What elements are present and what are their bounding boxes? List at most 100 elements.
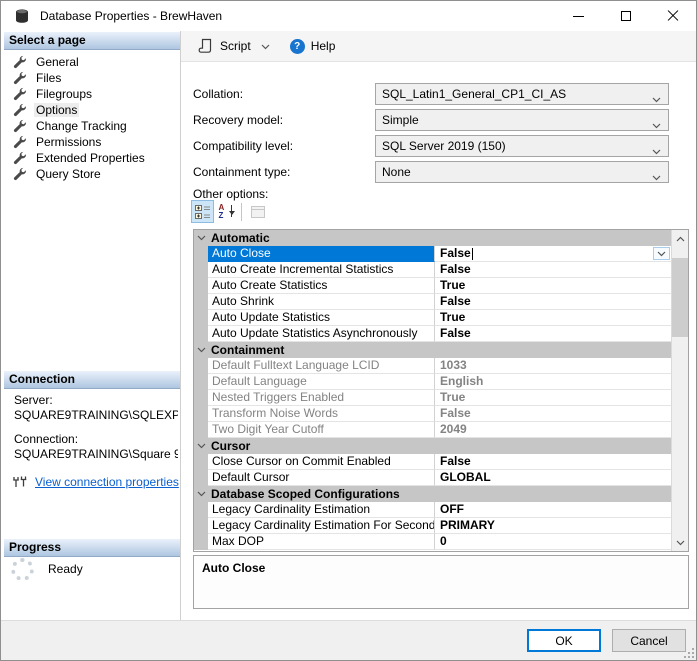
compatibility-level-value: SQL Server 2019 (150): [382, 139, 506, 153]
compatibility-level-dropdown[interactable]: SQL Server 2019 (150): [375, 135, 669, 157]
script-dropdown-chevron[interactable]: [261, 39, 270, 53]
category-collapse-chevron[interactable]: [194, 486, 208, 502]
property-value-text: 0: [440, 534, 447, 549]
grid-row-auto-shrink[interactable]: Auto ShrinkFalse: [194, 294, 671, 310]
property-value: OFF: [435, 502, 671, 518]
cancel-button[interactable]: Cancel: [612, 629, 686, 652]
grid-row-legacy-cardinality-estimation-for-secondary[interactable]: Legacy Cardinality Estimation For Second…: [194, 518, 671, 534]
collation-dropdown[interactable]: SQL_Latin1_General_CP1_CI_AS: [375, 83, 669, 105]
property-name: Auto Update Statistics: [208, 310, 435, 326]
category-collapse-chevron[interactable]: [194, 342, 208, 358]
property-value-text: OFF: [440, 502, 464, 517]
property-value: PRIMARY: [435, 518, 671, 534]
main-panel: Script ? Help Collation:SQL_Latin1_Gener…: [180, 31, 696, 620]
toolbar-separator: [241, 203, 242, 221]
row-indent: [194, 502, 208, 518]
wrench-icon: [13, 103, 27, 117]
property-value: True: [435, 310, 671, 326]
wrench-icon: [13, 87, 27, 101]
category-collapse-chevron[interactable]: [194, 438, 208, 454]
maximize-button[interactable]: [602, 1, 649, 31]
sidebar-item-filegroups[interactable]: Filegroups: [4, 86, 180, 102]
grid-row-max-dop[interactable]: Max DOP0: [194, 534, 671, 550]
sidebar-item-general[interactable]: General: [4, 54, 180, 70]
grid-row-auto-update-statistics-asynchronously[interactable]: Auto Update Statistics AsynchronouslyFal…: [194, 326, 671, 342]
sidebar-item-change-tracking[interactable]: Change Tracking: [4, 118, 180, 134]
category-label: Containment: [208, 342, 284, 358]
scrollbar-thumb[interactable]: [672, 258, 688, 337]
grid-category-cursor[interactable]: Cursor: [194, 438, 671, 454]
recovery-model-dropdown[interactable]: Simple: [375, 109, 669, 131]
minimize-button[interactable]: [555, 1, 602, 31]
property-value: 0: [435, 534, 671, 550]
grid-row-legacy-cardinality-estimation[interactable]: Legacy Cardinality EstimationOFF: [194, 502, 671, 518]
grid-scrollbar[interactable]: [671, 230, 688, 551]
property-value-text: 1033: [440, 358, 467, 373]
grid-row-auto-create-incremental-statistics[interactable]: Auto Create Incremental StatisticsFalse: [194, 262, 671, 278]
connection-info: Server: SQUARE9TRAINING\SQLEXPRE Connect…: [14, 393, 178, 490]
database-properties-dialog: Database Properties - BrewHaven Select a…: [0, 0, 697, 661]
help-button[interactable]: ? Help: [285, 36, 341, 57]
property-value-text: False: [440, 246, 471, 261]
wrench-icon: [13, 135, 27, 149]
row-indent: [194, 534, 208, 550]
grid-row-auto-create-statistics[interactable]: Auto Create StatisticsTrue: [194, 278, 671, 294]
grid-row-close-cursor-on-commit-enabled[interactable]: Close Cursor on Commit Enabled False: [194, 454, 671, 470]
help-icon: ?: [290, 39, 305, 54]
value-dropdown-button[interactable]: [653, 247, 670, 260]
containment-type-value: None: [382, 165, 411, 179]
property-value[interactable]: False: [435, 246, 671, 262]
grid-row-auto-update-statistics[interactable]: Auto Update StatisticsTrue: [194, 310, 671, 326]
scrollbar-up-button[interactable]: [672, 230, 688, 247]
sidebar-item-query-store[interactable]: Query Store: [4, 166, 180, 182]
row-indent: [194, 310, 208, 326]
close-button[interactable]: [649, 1, 696, 31]
grid-row-transform-noise-words[interactable]: Transform Noise WordsFalse: [194, 406, 671, 422]
property-grid-rows: AutomaticAuto CloseFalse Auto Create Inc…: [194, 230, 671, 551]
grid-row-default-cursor[interactable]: Default CursorGLOBAL: [194, 470, 671, 486]
grid-row-default-language[interactable]: Default LanguageEnglish: [194, 374, 671, 390]
compatibility-level-label: Compatibility level:: [193, 139, 375, 153]
resize-grip[interactable]: [684, 648, 694, 658]
connection-header: Connection: [4, 371, 180, 389]
property-value-text: False: [440, 406, 471, 421]
grid-category-containment[interactable]: Containment: [194, 342, 671, 358]
grid-row-nested-triggers-enabled[interactable]: Nested Triggers EnabledTrue: [194, 390, 671, 406]
field-row-recovery-model: Recovery model:Simple: [193, 107, 669, 133]
sidebar-item-label: General: [34, 55, 81, 69]
row-indent: [194, 518, 208, 534]
collation-chevron: [652, 92, 661, 106]
row-indent: [194, 406, 208, 422]
script-button[interactable]: Script: [193, 35, 275, 57]
property-value-text: False: [440, 326, 471, 341]
property-value: English: [435, 374, 671, 390]
sidebar-item-permissions[interactable]: Permissions: [4, 134, 180, 150]
sidebar-item-extended-properties[interactable]: Extended Properties: [4, 150, 180, 166]
compatibility-level-chevron: [652, 144, 661, 158]
ok-button[interactable]: OK: [527, 629, 601, 652]
category-label: Database Scoped Configurations: [208, 486, 400, 502]
grid-row-default-fulltext-language-lcid[interactable]: Default Fulltext Language LCID1033: [194, 358, 671, 374]
category-collapse-chevron[interactable]: [194, 230, 208, 246]
property-name: Close Cursor on Commit Enabled: [208, 454, 435, 470]
alphabetical-sort-button[interactable]: AZ: [214, 200, 237, 223]
categorized-icon: [195, 204, 211, 220]
property-pages-button: [246, 200, 269, 223]
scrollbar-down-button[interactable]: [672, 534, 688, 551]
sidebar-item-options[interactable]: Options: [4, 102, 180, 118]
property-value-text: GLOBAL: [440, 470, 491, 485]
grid-category-automatic[interactable]: Automatic: [194, 230, 671, 246]
property-value-text: False: [440, 454, 471, 469]
select-a-page-header: Select a page: [4, 32, 180, 50]
field-row-collation: Collation:SQL_Latin1_General_CP1_CI_AS: [193, 81, 669, 107]
chevron-down-icon: [652, 175, 661, 181]
view-connection-properties-link[interactable]: View connection properties: [35, 475, 179, 490]
grid-row-two-digit-year-cutoff[interactable]: Two Digit Year Cutoff2049: [194, 422, 671, 438]
sidebar-item-files[interactable]: Files: [4, 70, 180, 86]
containment-type-dropdown[interactable]: None: [375, 161, 669, 183]
grid-row-auto-close[interactable]: Auto CloseFalse: [194, 246, 671, 262]
grid-category-database-scoped-configurations[interactable]: Database Scoped Configurations: [194, 486, 671, 502]
category-label: Cursor: [208, 438, 250, 454]
categorized-button[interactable]: [191, 200, 214, 223]
chevron-down-icon: [261, 44, 270, 50]
